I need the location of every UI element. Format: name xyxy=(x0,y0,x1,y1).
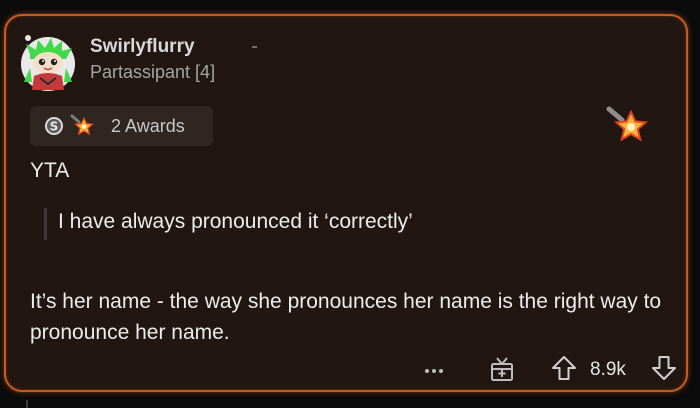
username[interactable]: Swirlyflurry xyxy=(90,36,195,58)
snoo-avatar-icon xyxy=(21,35,75,91)
thread-line xyxy=(26,400,28,408)
quote-bar xyxy=(44,208,47,240)
gift-award-icon[interactable] xyxy=(488,355,516,383)
comment-verdict: YTA xyxy=(30,159,70,182)
user-flair: Partassipant [4] xyxy=(90,62,216,82)
more-options-icon[interactable] xyxy=(422,362,446,374)
downvote-arrow-icon[interactable] xyxy=(650,354,678,382)
awards-pill[interactable]: S 2 Awards xyxy=(30,106,213,146)
comment-body: It’s her name - the way she pronounces h… xyxy=(30,290,662,344)
user-avatar[interactable] xyxy=(18,32,78,92)
quote-text: I have always pronounced it ‘correctly’ xyxy=(58,210,413,233)
star-award-icon xyxy=(606,106,649,148)
vote-score: 8.9k xyxy=(590,359,626,380)
comment-card: Swirlyflurry Partassipant [4] S 2 Awards… xyxy=(4,14,688,392)
header-separator xyxy=(252,46,257,48)
svg-text:S: S xyxy=(50,120,59,134)
awards-count-label: 2 Awards xyxy=(111,116,185,136)
upvote-arrow-icon[interactable] xyxy=(550,354,578,382)
silver-award-icon: S xyxy=(44,116,64,136)
star-award-icon xyxy=(70,114,95,138)
